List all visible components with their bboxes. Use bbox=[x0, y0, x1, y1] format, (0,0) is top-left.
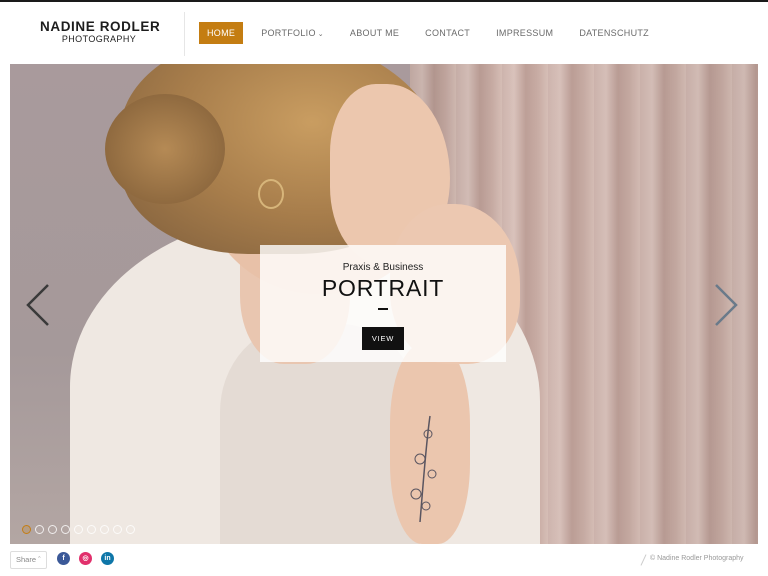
caption-title: PORTRAIT bbox=[321, 275, 445, 301]
header-divider bbox=[184, 12, 185, 56]
footer-divider bbox=[640, 554, 647, 566]
site-logo[interactable]: NADINE RODLER PHOTOGRAPHY bbox=[40, 19, 161, 45]
nav-label: CONTACT bbox=[425, 28, 471, 38]
nav-label: DATENSCHUTZ bbox=[579, 28, 649, 38]
chevron-right-icon bbox=[715, 284, 738, 326]
share-label: Share bbox=[16, 555, 37, 564]
photo-hair-bun bbox=[105, 94, 225, 204]
slide-dot[interactable] bbox=[61, 525, 70, 534]
linkedin-icon[interactable]: in bbox=[101, 552, 114, 565]
caption-divider bbox=[378, 308, 388, 310]
nav-item-datenschutz[interactable]: DATENSCHUTZ bbox=[571, 22, 657, 44]
slide-dot[interactable] bbox=[22, 525, 31, 534]
prev-slide-button[interactable] bbox=[24, 282, 54, 328]
instagram-icon[interactable]: ◎ bbox=[79, 552, 92, 565]
nav-item-about[interactable]: ABOUT ME bbox=[342, 22, 407, 44]
main-nav: HOME PORTFOLIO ⌄ ABOUT ME CONTACT IMPRESS… bbox=[199, 22, 667, 44]
facebook-icon[interactable]: f bbox=[57, 552, 70, 565]
slide-dot[interactable] bbox=[48, 525, 57, 534]
nav-label: ABOUT ME bbox=[349, 28, 400, 38]
site-footer: Share ˆ f ◎ in © Nadine Rodler Photograp… bbox=[0, 546, 768, 576]
slide-dot[interactable] bbox=[113, 525, 122, 534]
slide-caption: Praxis & Business PORTRAIT VIEW bbox=[260, 245, 506, 362]
share-button[interactable]: Share ˆ bbox=[10, 551, 47, 569]
slide-dot[interactable] bbox=[35, 525, 44, 534]
slide-dot[interactable] bbox=[126, 525, 135, 534]
nav-label: IMPRESSUM bbox=[496, 28, 554, 38]
chevron-up-icon: ˆ bbox=[38, 555, 41, 564]
slide-dot[interactable] bbox=[87, 525, 96, 534]
photo-tattoo bbox=[410, 415, 437, 523]
photo-earring bbox=[258, 179, 284, 209]
site-header: NADINE RODLER PHOTOGRAPHY HOME PORTFOLIO… bbox=[0, 2, 768, 62]
hero-slider: Praxis & Business PORTRAIT VIEW bbox=[10, 64, 758, 544]
nav-item-home[interactable]: HOME bbox=[199, 22, 244, 44]
slide-dot[interactable] bbox=[74, 525, 83, 534]
nav-item-impressum[interactable]: IMPRESSUM bbox=[488, 22, 561, 44]
nav-label: HOME bbox=[207, 28, 236, 38]
logo-subtitle: PHOTOGRAPHY bbox=[61, 34, 137, 44]
copyright-text: © Nadine Rodler Photography bbox=[650, 555, 744, 562]
logo-name: NADINE RODLER bbox=[40, 19, 161, 34]
nav-item-contact[interactable]: CONTACT bbox=[417, 22, 478, 44]
slide-dot[interactable] bbox=[100, 525, 109, 534]
view-button[interactable]: VIEW bbox=[362, 327, 404, 350]
chevron-left-icon bbox=[26, 284, 49, 326]
chevron-down-icon: ⌄ bbox=[317, 31, 324, 38]
nav-label: PORTFOLIO bbox=[261, 28, 316, 38]
caption-subtitle: Praxis & Business bbox=[342, 262, 424, 273]
nav-item-portfolio[interactable]: PORTFOLIO ⌄ bbox=[253, 22, 332, 44]
next-slide-button[interactable] bbox=[710, 282, 740, 328]
slider-pagination bbox=[22, 525, 139, 534]
